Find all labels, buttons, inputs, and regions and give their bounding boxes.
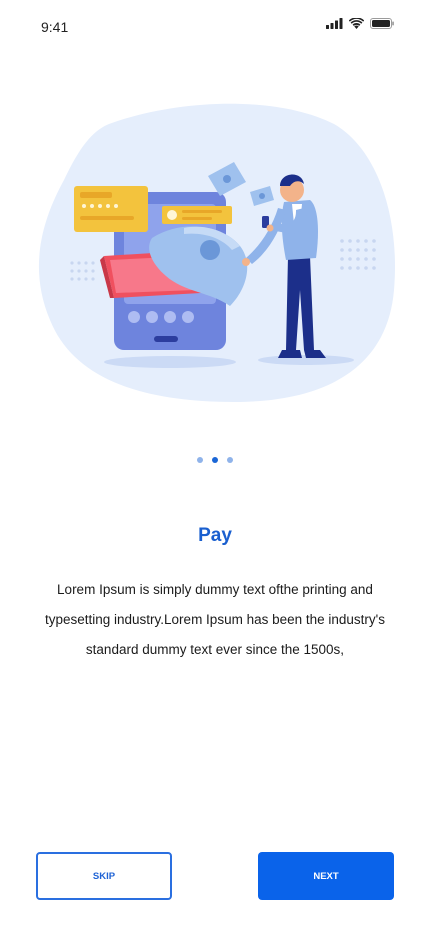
pay-illustration: [38, 103, 396, 403]
skip-button[interactable]: SKIP: [36, 852, 172, 900]
status-bar: 9:41: [0, 0, 430, 54]
wifi-icon: [349, 18, 364, 29]
page-dot[interactable]: [227, 457, 233, 463]
status-time: 9:41: [41, 19, 69, 35]
onboarding-title: Pay: [198, 525, 232, 546]
page-indicator: [0, 457, 430, 463]
next-button[interactable]: NEXT: [258, 852, 394, 900]
status-icons: [326, 18, 394, 29]
onboarding-description: Lorem Ipsum is simply dummy text ofthe p…: [44, 582, 385, 657]
rating-card: [74, 186, 148, 232]
page-dot[interactable]: [197, 457, 203, 463]
profile-card: [162, 206, 232, 224]
signal-icon: [326, 18, 343, 29]
battery-icon: [370, 18, 394, 29]
page-dot-active[interactable]: [212, 457, 218, 463]
